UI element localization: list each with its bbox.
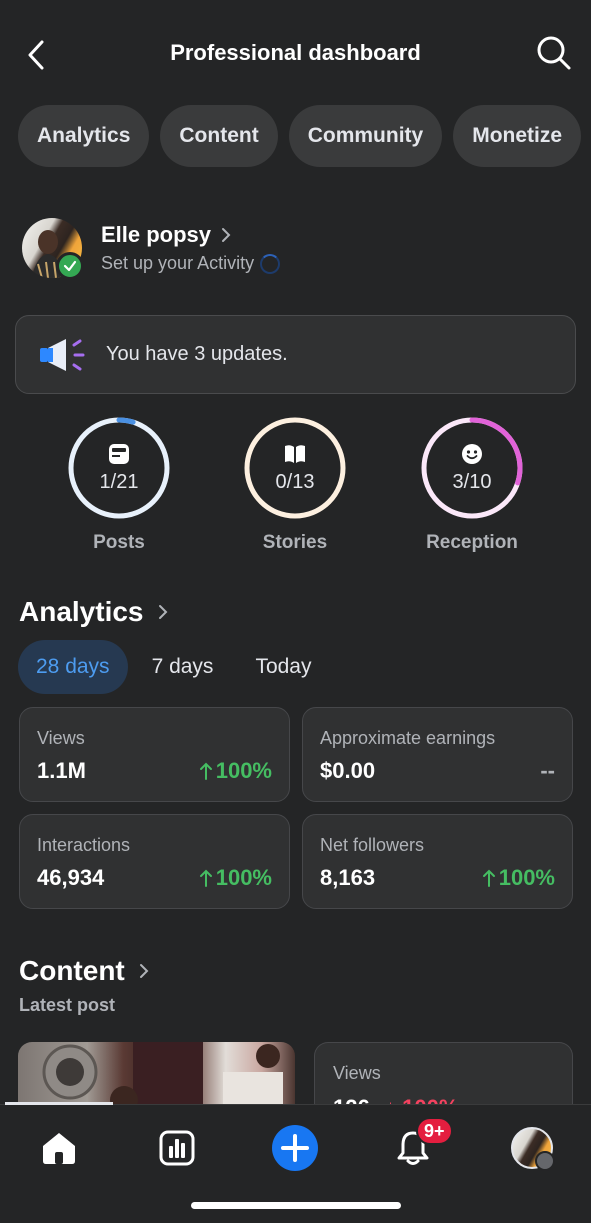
chart-icon	[159, 1130, 195, 1166]
card-change-value: 100%	[215, 865, 272, 890]
card-change: 100%	[199, 758, 272, 784]
content-section-link[interactable]: Content	[19, 955, 149, 987]
book-icon	[285, 445, 305, 463]
profile-name: Elle popsy	[101, 222, 212, 247]
reception-ring[interactable]: 3/10 Reception	[419, 415, 525, 553]
latest-post-views-card[interactable]: Views 126 ↓ 100%	[314, 1042, 573, 1104]
stories-label: Stories	[262, 532, 328, 553]
verified-badge	[56, 252, 84, 280]
analytics-section-link[interactable]: Analytics	[19, 596, 168, 628]
posts-ring[interactable]: 1/21 Posts	[66, 415, 172, 553]
home-indicator	[191, 1202, 401, 1209]
tab-community[interactable]: Community	[288, 105, 443, 167]
profile-row[interactable]: Elle popsy Set up your Activity	[22, 218, 572, 282]
analytics-title: Analytics	[19, 596, 144, 627]
post-thumbnail-image	[42, 1042, 283, 1104]
stories-ring-graphic	[244, 417, 346, 519]
latest-post-label: Latest post	[19, 995, 116, 1015]
progress-rings: 1/21 Posts 0/13 Stories 3/10 Reception	[0, 415, 591, 560]
reception-value: 3/10	[452, 471, 492, 493]
check-icon	[63, 260, 77, 272]
nav-home[interactable]	[34, 1123, 84, 1173]
stories-ring[interactable]: 0/13 Stories	[242, 415, 348, 553]
tab-content[interactable]: Content	[160, 105, 278, 167]
card-change: --	[540, 758, 555, 784]
period-today[interactable]: Today	[237, 640, 329, 694]
latest-post-thumbnail[interactable]	[18, 1042, 295, 1104]
card-label: Views	[37, 728, 85, 748]
profile-subtitle-row: Set up your Activity	[101, 253, 281, 274]
chevron-right-icon	[139, 964, 149, 978]
nav-notifications[interactable]: 9+	[388, 1117, 453, 1173]
latest-views-change-value: 100%	[402, 1095, 458, 1104]
period-28-days[interactable]: 28 days	[18, 640, 128, 694]
profile-subtitle: Set up your Activity	[101, 253, 255, 273]
period-selector: 28 days 7 days Today	[18, 640, 329, 694]
profile-name-link[interactable]: Elle popsy	[101, 222, 231, 248]
card-label: Net followers	[320, 835, 425, 855]
header: Professional dashboard	[0, 20, 591, 88]
card-value: 1.1M	[37, 758, 86, 783]
reception-ring-graphic	[421, 417, 523, 519]
earnings-card[interactable]: Approximate earnings $0.00 --	[302, 707, 573, 802]
chevron-right-icon	[158, 605, 167, 619]
post-icon	[109, 444, 129, 464]
card-change: 100%	[199, 865, 272, 891]
search-button[interactable]	[535, 34, 573, 72]
nav-dashboard[interactable]	[152, 1123, 202, 1173]
scroll-progress-bar	[5, 1102, 113, 1105]
card-change-value: 100%	[215, 758, 272, 783]
updates-text: You have 3 updates.	[106, 343, 288, 365]
notifications-badge: 9+	[416, 1117, 453, 1145]
interactions-card[interactable]: Interactions 46,934 100%	[19, 814, 290, 909]
home-icon	[43, 1133, 75, 1164]
arrow-up-icon	[199, 869, 212, 887]
tab-analytics[interactable]: Analytics	[18, 105, 150, 167]
posts-ring-graphic	[68, 417, 170, 519]
card-label: Interactions	[37, 835, 131, 855]
latest-views-value: 126	[333, 1095, 370, 1104]
page-title: Professional dashboard	[170, 40, 421, 65]
card-value: 46,934	[37, 865, 105, 890]
card-value: 8,163	[320, 865, 376, 890]
arrow-down-icon: ↓	[385, 1095, 396, 1104]
megaphone-icon	[40, 338, 85, 371]
posts-value: 1/21	[99, 471, 139, 493]
arrow-up-icon	[199, 762, 212, 780]
updates-banner[interactable]: You have 3 updates.	[15, 315, 576, 394]
reception-label: Reception	[426, 532, 518, 553]
plus-icon	[272, 1125, 318, 1171]
arrow-up-icon	[482, 869, 495, 887]
card-value: $0.00	[320, 758, 376, 783]
content-title: Content	[19, 955, 125, 986]
latest-views-label: Views	[333, 1063, 381, 1083]
card-change: 100%	[482, 865, 555, 891]
menu-icon	[535, 1151, 555, 1171]
latest-views-change: ↓ 100%	[385, 1095, 458, 1104]
posts-label: Posts	[93, 532, 145, 553]
smiley-icon	[462, 444, 482, 464]
search-icon	[537, 36, 571, 70]
card-change-value: --	[540, 758, 555, 783]
views-card[interactable]: Views 1.1M 100%	[19, 707, 290, 802]
tab-monetize[interactable]: Monetize	[453, 105, 582, 167]
period-7-days[interactable]: 7 days	[134, 640, 232, 694]
card-change-value: 100%	[498, 865, 555, 890]
stories-value: 0/13	[275, 471, 315, 493]
tab-bar: Analytics Content Community Monetize	[18, 105, 582, 167]
card-label: Approximate earnings	[320, 728, 496, 748]
nav-profile[interactable]	[507, 1123, 557, 1173]
nav-create[interactable]	[270, 1123, 320, 1173]
chevron-right-icon	[222, 228, 231, 242]
net-followers-card[interactable]: Net followers 8,163 100%	[302, 814, 573, 909]
loading-spinner-icon	[260, 253, 281, 274]
